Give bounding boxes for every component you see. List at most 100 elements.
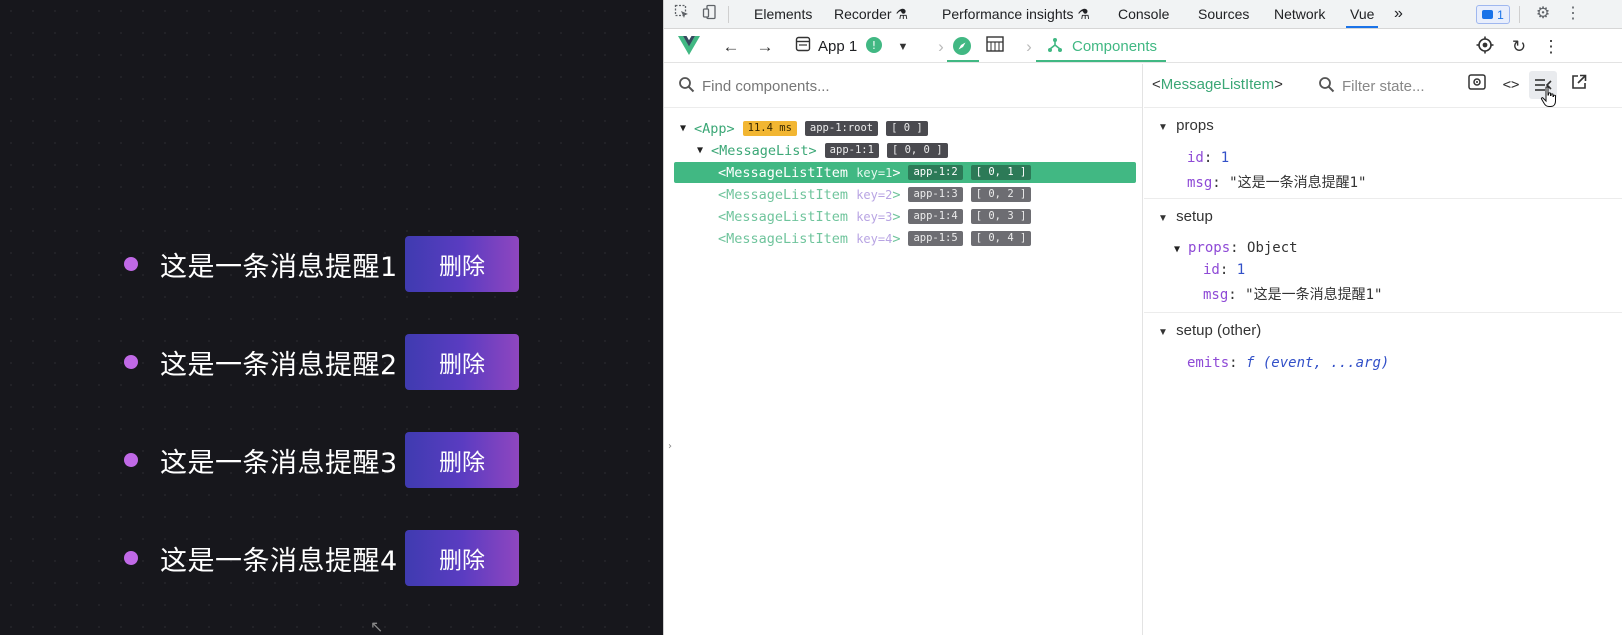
prop-key: emits — [1187, 355, 1230, 371]
tag-name: <MessageListItem — [718, 230, 849, 247]
prop-value[interactable]: "这是一条消息提醒1" — [1245, 287, 1382, 303]
tag-open: < — [1152, 76, 1161, 93]
tag-close: > — [892, 230, 901, 247]
divider — [728, 6, 729, 23]
expand-triangle-icon[interactable]: ▼ — [1158, 213, 1172, 224]
index-badge: [ 0, 2 ] — [970, 187, 1032, 202]
chevron-down-icon[interactable]: ▼ — [892, 36, 914, 58]
tab-vue[interactable]: Vue — [1346, 0, 1379, 28]
prop-row: msg: "这是一条消息提醒1" — [1203, 287, 1383, 303]
tab-sources[interactable]: Sources — [1198, 0, 1249, 28]
message-text: 这是一条消息提醒4 — [160, 545, 398, 577]
tree-node-message-list-item[interactable]: <MessageListItem key=2> app-1:3 [ 0, 2 ] — [718, 184, 1032, 205]
message-item: 这是一条消息提醒1 删除 — [124, 236, 519, 292]
index-badge: [ 0, 0 ] — [886, 143, 948, 158]
component-tree-panel: ▼ <App> 11.4 ms app-1:root [ 0 ] ▼ <Mess… — [664, 64, 1143, 635]
issues-badge[interactable]: 1 — [1476, 5, 1510, 24]
delete-button[interactable]: 删除 — [405, 432, 519, 488]
prop-key: props — [1188, 240, 1231, 256]
chevron-right-icon: › — [938, 37, 944, 56]
hand-pointer-icon — [1540, 86, 1556, 107]
index-badge: [ 0, 4 ] — [970, 231, 1032, 246]
more-options-icon[interactable]: ⋮ — [1540, 36, 1562, 58]
settings-gear-icon[interactable]: ⚙ — [1533, 4, 1553, 24]
active-indicator — [947, 60, 979, 62]
message-icon — [1482, 10, 1494, 19]
panel-resize-handle[interactable]: › — [668, 441, 672, 452]
expand-triangle-icon[interactable]: ▼ — [1158, 122, 1172, 133]
component-tag: <MessageList> — [711, 142, 817, 159]
find-components-bar — [664, 64, 1142, 108]
prop-type: Object — [1247, 240, 1298, 256]
bullet-dot — [124, 453, 138, 467]
tag-close: > — [892, 186, 901, 203]
tree-node-message-list-item[interactable]: <MessageListItem key=4> app-1:5 [ 0, 4 ] — [718, 228, 1032, 249]
setup-props-row: ▼ props: Object — [1174, 240, 1298, 256]
expand-triangle-icon[interactable]: ▼ — [1158, 327, 1172, 338]
tab-components[interactable]: Components — [1072, 30, 1157, 63]
device-toolbar-icon[interactable] — [700, 4, 720, 24]
section-title[interactable]: ▼ setup (other) — [1158, 322, 1261, 339]
tag-close: > — [1274, 76, 1283, 93]
open-in-editor-icon[interactable] — [1568, 74, 1590, 96]
prop-value[interactable]: f (event, ...arg) — [1246, 355, 1389, 371]
prop-value[interactable]: 1 — [1221, 150, 1229, 166]
filter-state-input[interactable] — [1342, 73, 1452, 99]
delete-button[interactable]: 删除 — [405, 334, 519, 390]
refresh-icon[interactable]: ↻ — [1508, 36, 1530, 58]
tag-name: <MessageListItem — [718, 186, 849, 203]
devtools-panel: Elements Recorder ⚗ Performance insights… — [663, 0, 1622, 635]
search-icon — [679, 77, 695, 93]
vue-version-badge-icon: ! — [863, 36, 885, 58]
active-indicator — [1036, 60, 1166, 62]
expand-triangle-icon[interactable]: ▼ — [697, 145, 711, 156]
compass-icon[interactable] — [951, 36, 973, 58]
prop-value[interactable]: 1 — [1237, 262, 1245, 278]
tree-node-message-list[interactable]: ▼ <MessageList> app-1:1 [ 0, 0 ] — [697, 140, 948, 161]
tab-elements[interactable]: Elements — [754, 0, 812, 28]
expand-triangle-icon[interactable]: ▼ — [1174, 244, 1188, 255]
app-window-icon — [792, 36, 814, 58]
message-item: 这是一条消息提醒2 删除 — [124, 334, 519, 390]
section-title[interactable]: ▼ setup — [1158, 208, 1213, 225]
components-tree-icon — [1044, 36, 1066, 58]
issues-count: 1 — [1497, 7, 1504, 22]
tab-performance-insights[interactable]: Performance insights ⚗ — [942, 0, 1090, 28]
render-time-badge: 11.4 ms — [742, 121, 797, 136]
scroll-to-component-icon[interactable] — [1466, 74, 1488, 96]
prop-value[interactable]: "这是一条消息提醒1" — [1229, 175, 1366, 191]
tree-node-app[interactable]: ▼ <App> 11.4 ms app-1:root [ 0 ] — [680, 118, 928, 139]
delete-button[interactable]: 删除 — [405, 530, 519, 586]
index-badge: [ 0 ] — [886, 121, 928, 136]
tab-network[interactable]: Network — [1274, 0, 1325, 28]
expand-triangle-icon[interactable]: ▼ — [680, 123, 694, 134]
tree-node-message-list-item[interactable]: <MessageListItem key=3> app-1:4 [ 0, 3 ] — [718, 206, 1032, 227]
instance-id-badge: app-1:4 — [908, 209, 963, 224]
cursor-icon: ↖ — [370, 617, 384, 635]
find-components-input[interactable] — [702, 73, 1122, 99]
timeline-icon[interactable] — [984, 36, 1006, 58]
target-select-icon[interactable] — [1474, 36, 1496, 58]
app-selector[interactable]: App 1 — [818, 30, 857, 63]
component-tag: <MessageListItem key=3> — [718, 209, 900, 225]
component-tag: <MessageListItem key=2> — [718, 187, 900, 203]
prop-row: id: 1 — [1187, 150, 1230, 166]
tab-console[interactable]: Console — [1118, 0, 1169, 28]
instance-id-badge: app-1:5 — [908, 231, 963, 246]
more-tabs-button[interactable]: » — [1394, 0, 1403, 28]
delete-button[interactable]: 删除 — [405, 236, 519, 292]
forward-arrow-icon[interactable]: → — [754, 36, 776, 58]
code-icon[interactable]: <> — [1500, 74, 1522, 96]
selected-component-name: <MessageListItem> — [1152, 76, 1283, 93]
setup-section: ▼ setup ▼ props: Object id: 1 msg: "这是一条消… — [1144, 200, 1622, 313]
tab-recorder[interactable]: Recorder ⚗ — [834, 0, 908, 28]
inspect-element-icon[interactable] — [672, 4, 692, 24]
instance-id-badge: app-1:1 — [824, 143, 879, 158]
tree-node-message-list-item[interactable]: <MessageListItem key=1> app-1:2 [ 0, 1 ] — [674, 162, 1136, 183]
message-text: 这是一条消息提醒3 — [160, 447, 398, 479]
message-text: 这是一条消息提醒1 — [160, 251, 398, 283]
back-arrow-icon[interactable]: ← — [720, 36, 742, 58]
more-options-icon[interactable]: ⋮ — [1563, 4, 1583, 24]
prop-row: id: 1 — [1203, 262, 1246, 278]
section-title[interactable]: ▼ props — [1158, 117, 1214, 134]
